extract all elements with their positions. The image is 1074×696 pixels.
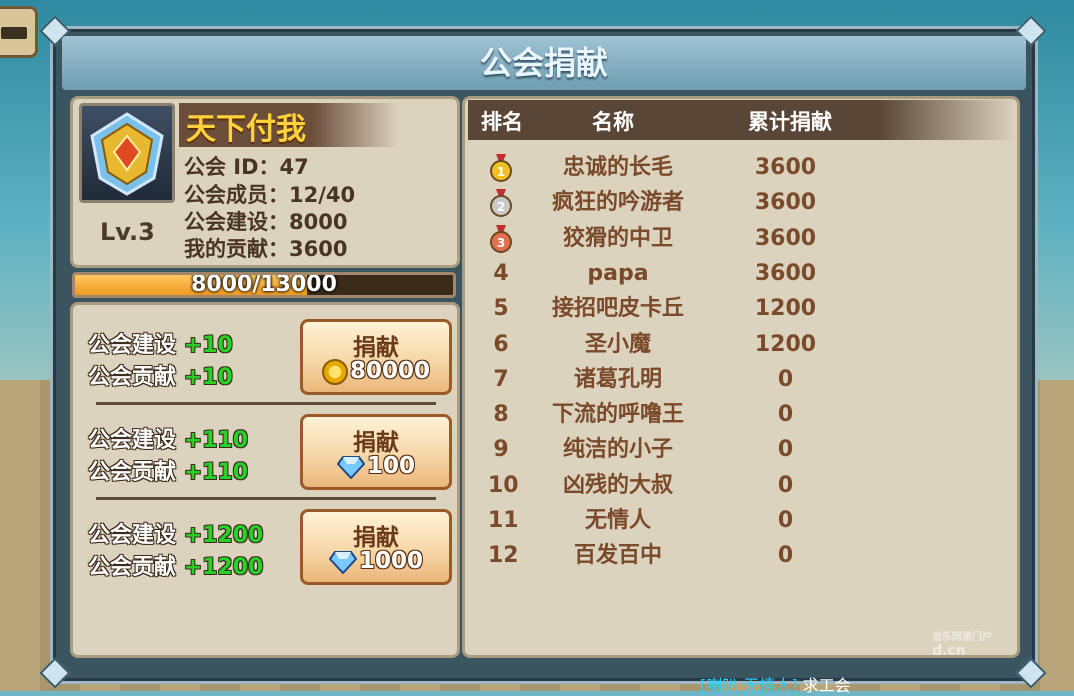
rank-number: 8: [493, 402, 509, 428]
diamond-icon: [336, 455, 365, 479]
table-row: 4 papa 3600: [468, 256, 1008, 291]
header-total: 累计捐献: [748, 110, 832, 134]
divider: [96, 497, 436, 500]
member-donation: 0: [777, 543, 794, 569]
donation-3-build: 公会建设 +1200: [88, 523, 264, 548]
donation-2-build: 公会建设 +110: [88, 428, 249, 453]
title-bar: 公会捐献: [62, 36, 1026, 90]
medal-rank: 2: [497, 200, 505, 214]
gold-medal-icon: 1: [490, 154, 512, 182]
donation-3-contrib: 公会贡献 +1200: [88, 555, 264, 580]
medal-rank: 1: [497, 165, 505, 179]
member-name: 百发百中: [573, 543, 662, 569]
header-name: 名称: [592, 110, 634, 134]
member-donation: 0: [777, 437, 794, 463]
donation-2-contrib: 公会贡献 +110: [88, 460, 249, 485]
member-name: 接招吧皮卡丘: [551, 296, 684, 322]
table-row: 12 百发百中 0: [468, 538, 1008, 573]
bronze-medal-icon: 3: [490, 224, 512, 253]
rank-number: 11: [488, 508, 519, 533]
rank-number: 4: [493, 260, 509, 286]
member-name: papa: [587, 260, 649, 286]
member-donation: 1200: [754, 331, 817, 357]
table-row: 7 诸葛孔明 0: [468, 362, 1008, 397]
member-name: 圣小魔: [584, 331, 651, 357]
donate-label: 捐献: [353, 430, 399, 456]
donate-cost: 100: [303, 453, 449, 479]
donation-1-build: 公会建设 +10: [88, 333, 233, 358]
table-row: 2 疯狂的吟游者 3600: [468, 185, 1008, 220]
silver-medal-icon: 2: [490, 189, 512, 218]
member-name: 狡猾的中卫: [562, 225, 673, 251]
page-title: 公会捐献: [479, 44, 608, 82]
back-button[interactable]: [0, 6, 38, 58]
divider: [96, 402, 436, 405]
medal-rank: 3: [497, 236, 505, 250]
header-rank: 排名: [481, 110, 523, 134]
donate-gold-button[interactable]: 捐献 80000: [300, 319, 452, 395]
table-row: 8 下流的呼噜王 0: [468, 397, 1008, 432]
guild-id: 公会 ID：47: [184, 155, 309, 179]
member-name: 忠诚的长毛: [562, 155, 673, 180]
guild-name: 天下付我: [186, 112, 306, 147]
member-name: 下流的呼噜王: [551, 402, 684, 428]
donate-label: 捐献: [353, 335, 399, 361]
member-donation: 0: [777, 402, 794, 428]
guild-emblem-icon: [90, 112, 164, 196]
member-donation: 0: [777, 472, 794, 498]
table-row: 5 接招吧皮卡丘 1200: [468, 291, 1008, 326]
donate-cost: 80000: [303, 358, 449, 385]
member-donation: 3600: [754, 190, 817, 216]
rank-number: 10: [488, 472, 519, 498]
guild-build: 公会建设：8000: [184, 210, 348, 234]
donate-diamond-1000-button[interactable]: 捐献 1000: [300, 509, 452, 585]
table-row: 3 狡猾的中卫 3600: [468, 221, 1008, 256]
table-row: 11 无情人 0: [468, 503, 1008, 538]
rank-number: 12: [488, 543, 519, 569]
member-donation: 3600: [754, 260, 817, 286]
member-donation: 0: [777, 508, 794, 533]
member-name: 纯洁的小子: [562, 437, 673, 463]
member-donation: 1200: [754, 296, 817, 322]
guild-emblem: [79, 103, 175, 203]
donation-1-contrib: 公会贡献 +10: [88, 365, 233, 390]
member-donation: 3600: [754, 225, 817, 251]
member-donation: 3600: [754, 155, 817, 180]
diamond-icon: [328, 550, 357, 574]
guild-level: Lv.3: [100, 218, 155, 246]
guild-members: 公会成员：12/40: [184, 183, 356, 207]
progress-text: 8000/13000: [191, 272, 337, 297]
rank-number: 5: [493, 296, 509, 322]
member-name: 凶残的大叔: [562, 472, 673, 498]
guild-progress-bar: 8000/13000: [72, 272, 456, 298]
table-row: 6 圣小魔 1200: [468, 327, 1008, 362]
my-contribution: 我的贡献：3600: [184, 237, 348, 261]
member-name: 疯狂的吟游者: [551, 190, 684, 216]
member-name: 诸葛孔明: [573, 366, 662, 392]
ranking-header: [468, 100, 1016, 140]
member-donation: 0: [777, 366, 794, 392]
rank-number: 6: [493, 331, 509, 357]
donate-cost: 1000: [303, 548, 449, 574]
gold-coin-icon: [321, 358, 348, 385]
rank-number: 7: [493, 366, 509, 392]
table-row: 1 忠诚的长毛 3600: [468, 150, 1008, 185]
chat-broadcast: [喇叭 无情人] 求工会: [700, 676, 851, 695]
watermark: 当乐网游门户 d.cn: [932, 632, 992, 659]
rank-number: 9: [493, 437, 509, 463]
back-icon: [1, 27, 27, 39]
donate-label: 捐献: [353, 525, 399, 551]
donate-diamond-100-button[interactable]: 捐献 100: [300, 414, 452, 490]
table-row: 9 纯洁的小子 0: [468, 432, 1008, 467]
member-name: 无情人: [584, 508, 651, 533]
table-row: 10 凶残的大叔 0: [468, 468, 1008, 503]
